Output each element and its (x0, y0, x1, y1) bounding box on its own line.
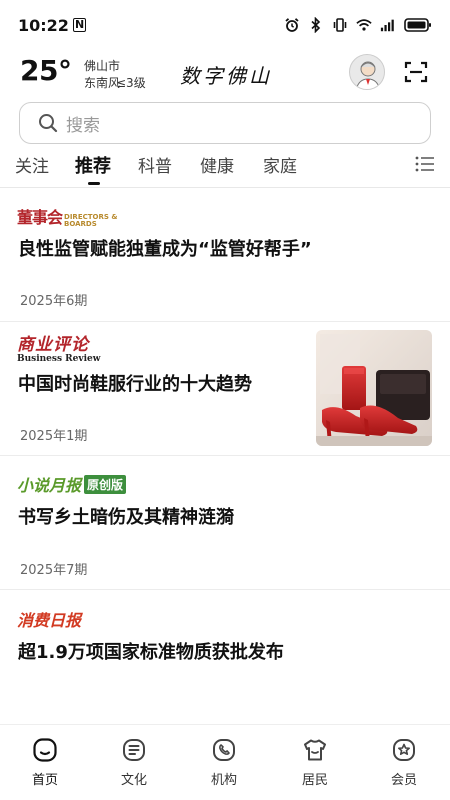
tab-family[interactable]: 家庭 (263, 152, 297, 177)
publication-logo: 消费日报 (17, 611, 82, 630)
resident-icon (302, 737, 328, 763)
weather-wind: 东南风 (84, 76, 121, 90)
article-card[interactable]: 消费日报 超1.9万项国家标准物质获批发布 (0, 590, 450, 724)
article-card[interactable]: 小说月报 原创版 书写乡土暗伤及其精神涟漪 2025年7期 (0, 456, 450, 590)
search-placeholder: 搜索 (66, 115, 100, 136)
publication-name-en: DIRECTORS & BOARDS (64, 213, 118, 228)
nav-resident[interactable]: 居民 (285, 737, 345, 788)
institution-icon (211, 737, 237, 763)
wifi-icon (356, 17, 372, 33)
bluetooth-icon (308, 17, 324, 33)
nav-home[interactable]: 首页 (15, 737, 75, 788)
article-card[interactable]: 董事会 DIRECTORS & BOARDS 良性监管赋能独董成为“监管好帮手”… (0, 189, 450, 322)
nav-label: 首页 (31, 773, 58, 788)
app-logo: 数字佛山 (180, 64, 272, 88)
article-title: 中国时尚鞋服行业的十大趋势 (18, 374, 252, 395)
publication-tag: 原创版 (84, 474, 127, 494)
nav-institution[interactable]: 机构 (194, 737, 254, 788)
culture-icon (121, 737, 147, 763)
article-date: 2025年1期 (20, 429, 88, 444)
avatar[interactable] (349, 54, 385, 90)
tab-follow[interactable]: 关注 (15, 152, 49, 177)
scan-icon[interactable] (404, 60, 428, 84)
search-icon (38, 113, 58, 133)
publication-name: 董事会 (17, 208, 63, 227)
signal-icon (380, 17, 396, 33)
article-title: 书写乡土暗伤及其精神涟漪 (18, 507, 234, 528)
header: 25° 佛山市 东南风 ≤3级 数字佛山 (0, 52, 450, 98)
publication-name: 小说月报 (17, 476, 82, 495)
publication-name: 商业评论 (17, 335, 89, 355)
home-icon (32, 737, 58, 763)
status-icons (284, 17, 432, 33)
nav-label: 文化 (120, 773, 147, 788)
publication-name-en: Business Review (17, 354, 101, 364)
weather-wind-level: ≤3级 (116, 76, 146, 90)
bottom-nav: 首页 文化 机构 居民 会员 (0, 724, 450, 800)
publication-logo: 小说月报 原创版 (17, 472, 127, 496)
status-bar: 10:22 N (0, 0, 450, 50)
search-input[interactable]: 搜索 (19, 102, 431, 144)
tab-menu-icon[interactable] (414, 153, 436, 175)
article-date: 2025年7期 (20, 563, 88, 578)
active-tab-indicator (88, 182, 100, 185)
nav-culture[interactable]: 文化 (104, 737, 164, 788)
tab-science[interactable]: 科普 (138, 152, 172, 177)
publication-logo: 商业评论 Business Review (17, 336, 101, 364)
nav-label: 机构 (210, 773, 237, 788)
vibrate-icon (332, 17, 348, 33)
article-card[interactable]: 商业评论 Business Review 中国时尚鞋服行业的十大趋势 2025年… (0, 322, 450, 456)
weather-city[interactable]: 佛山市 (84, 57, 120, 74)
publication-logo: 董事会 DIRECTORS & BOARDS (17, 204, 124, 228)
category-tabs: 关注 推荐 科普 健康 家庭 (0, 148, 450, 188)
battery-icon (404, 17, 432, 33)
article-title: 良性监管赋能独董成为“监管好帮手” (18, 239, 312, 260)
article-thumbnail[interactable] (316, 330, 432, 446)
article-title: 超1.9万项国家标准物质获批发布 (18, 642, 284, 663)
article-date: 2025年6期 (20, 294, 88, 309)
member-icon (391, 737, 417, 763)
nav-label: 会员 (390, 773, 417, 788)
nav-member[interactable]: 会员 (374, 737, 434, 788)
weather-temperature[interactable]: 25° (20, 54, 72, 87)
tab-health[interactable]: 健康 (200, 152, 234, 177)
tab-recommend[interactable]: 推荐 (75, 152, 111, 178)
status-time: 10:22 (18, 15, 69, 35)
nav-label: 居民 (301, 773, 328, 788)
alarm-icon (284, 17, 300, 33)
nfc-badge: N (72, 18, 87, 32)
